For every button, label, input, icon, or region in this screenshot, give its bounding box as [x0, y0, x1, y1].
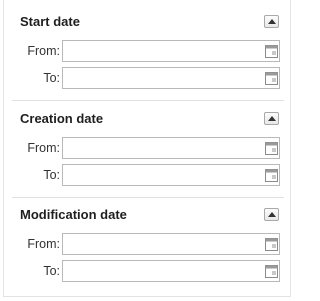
to-date-field[interactable] — [62, 164, 280, 186]
collapse-button[interactable] — [264, 112, 279, 125]
to-date-input[interactable] — [63, 68, 267, 88]
calendar-icon[interactable] — [265, 237, 278, 251]
date-filter-panel: Start date From: To: Creation date From:… — [3, 0, 291, 297]
calendar-icon[interactable] — [265, 44, 278, 58]
collapse-button[interactable] — [264, 15, 279, 28]
calendar-icon[interactable] — [265, 141, 278, 155]
from-label: From: — [27, 141, 60, 155]
calendar-icon[interactable] — [265, 168, 278, 182]
section-title: Start date — [20, 14, 80, 29]
from-date-field[interactable] — [62, 233, 280, 255]
to-row: To: — [4, 164, 290, 188]
calendar-icon[interactable] — [265, 71, 278, 85]
from-label: From: — [27, 237, 60, 251]
collapse-button[interactable] — [264, 208, 279, 221]
from-date-input[interactable] — [63, 234, 267, 254]
from-row: From: — [4, 233, 290, 257]
to-label: To: — [43, 71, 60, 85]
calendar-icon[interactable] — [265, 264, 278, 278]
to-row: To: — [4, 260, 290, 284]
from-date-input[interactable] — [63, 138, 267, 158]
from-date-field[interactable] — [62, 137, 280, 159]
from-label: From: — [27, 44, 60, 58]
to-label: To: — [43, 264, 60, 278]
section-divider — [12, 197, 284, 198]
to-date-input[interactable] — [63, 261, 267, 281]
collapse-up-arrow-icon — [268, 116, 276, 121]
to-row: To: — [4, 67, 290, 91]
from-row: From: — [4, 137, 290, 161]
section-title: Creation date — [20, 111, 104, 126]
from-row: From: — [4, 40, 290, 64]
collapse-up-arrow-icon — [268, 19, 276, 24]
from-date-input[interactable] — [63, 41, 267, 61]
from-date-field[interactable] — [62, 40, 280, 62]
collapse-up-arrow-icon — [268, 212, 276, 217]
to-date-field[interactable] — [62, 260, 280, 282]
to-date-input[interactable] — [63, 165, 267, 185]
to-date-field[interactable] — [62, 67, 280, 89]
to-label: To: — [43, 168, 60, 182]
section-title: Modification date — [20, 207, 127, 222]
section-divider — [12, 100, 284, 101]
